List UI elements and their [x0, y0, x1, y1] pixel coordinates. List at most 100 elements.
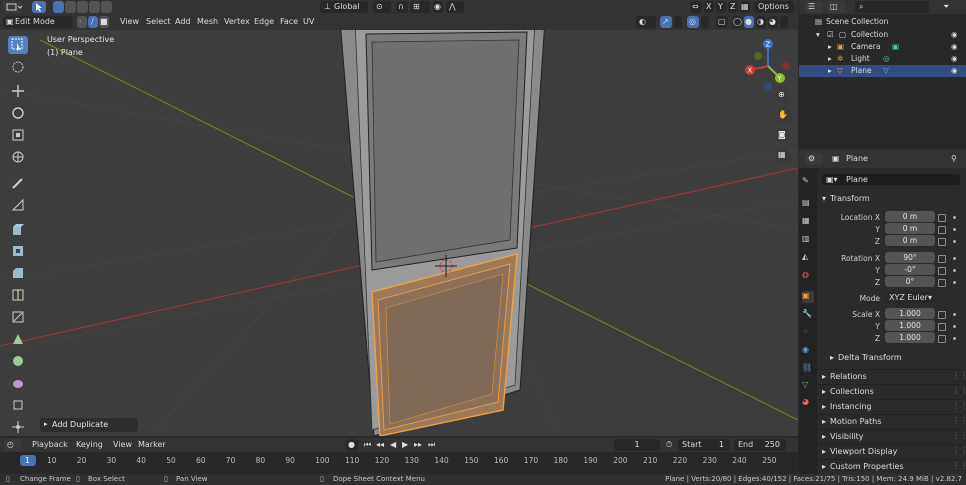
drag-handle-icon[interactable]: ⋮⋮ — [952, 416, 966, 425]
view-layer-tab-icon[interactable]: ▥ — [802, 234, 814, 246]
material-tab-icon[interactable]: ◕ — [802, 397, 814, 409]
next-keyframe-button[interactable]: ▸▸ — [414, 439, 422, 451]
filter-icon[interactable]: ⏷ — [943, 1, 949, 13]
scale-z-field[interactable]: 1.000 — [885, 332, 935, 343]
proportional-edit-toggle[interactable]: ◉ — [433, 1, 443, 13]
overlay-dropdown[interactable] — [701, 16, 709, 28]
section-viewport-display[interactable]: ▸ Viewport Display ⋮⋮ — [818, 444, 966, 458]
mirror-y-toggle[interactable]: Y — [716, 1, 726, 13]
gizmo-toggle[interactable]: ↗ — [660, 16, 672, 28]
measure-tool[interactable] — [8, 196, 28, 214]
select-mode-new-button[interactable] — [53, 1, 64, 13]
world-tab-icon[interactable]: ◍ — [802, 270, 814, 282]
rotation-y-field[interactable]: -0° — [885, 264, 935, 275]
section-relations[interactable]: ▸ Relations ⋮⋮ — [818, 369, 966, 383]
timeline-area[interactable]: 1 10 20 30 40 50 60 70 80 90 100 110 120 130 140 150 160… — [0, 452, 798, 474]
keyframe-dot-icon[interactable] — [953, 325, 956, 328]
transform-tool[interactable] — [8, 148, 28, 166]
bevel-tool[interactable] — [8, 264, 28, 282]
edge-select-button[interactable]: / — [88, 16, 98, 28]
section-instancing[interactable]: ▸ Instancing ⋮⋮ — [818, 399, 966, 413]
lock-icon[interactable] — [938, 238, 946, 246]
data-tab-icon[interactable]: ▽ — [802, 380, 814, 392]
xray-toggle[interactable]: ▢ — [716, 16, 728, 28]
select-box-tool[interactable] — [8, 36, 28, 54]
keyframe-dot-icon[interactable] — [953, 216, 956, 219]
outliner-item-plane[interactable]: ▸ ▽ Plane ▽ ◉ — [799, 65, 966, 77]
shading-dropdown[interactable] — [780, 16, 788, 28]
shading-solid-button[interactable]: ● — [744, 16, 754, 28]
select-mode-intersect-button[interactable] — [101, 1, 112, 13]
menu-mesh[interactable]: Mesh — [197, 16, 218, 28]
display-mode-dropdown[interactable]: ◫ — [827, 1, 845, 13]
eye-icon[interactable]: ◉ — [951, 53, 958, 65]
keyframe-dot-icon[interactable] — [953, 281, 956, 284]
jump-end-button[interactable]: ⏭ — [428, 439, 435, 451]
annotate-tool[interactable] — [8, 174, 28, 192]
scale-tool[interactable] — [8, 126, 28, 144]
cursor-tool[interactable] — [8, 58, 28, 76]
eye-icon[interactable]: ◉ — [951, 29, 958, 41]
location-z-field[interactable]: 0 m — [885, 235, 935, 246]
rotation-mode-dropdown[interactable]: XYZ Euler ▾ — [885, 292, 935, 303]
overlay-toggle[interactable]: ◎ — [687, 16, 699, 28]
shading-wireframe-button[interactable]: ◯ — [732, 16, 742, 28]
physics-tab-icon[interactable]: ◉ — [802, 345, 814, 357]
lock-icon[interactable] — [938, 335, 946, 343]
ortho-toggle-button[interactable]: ▦ — [775, 148, 791, 164]
drag-handle-icon[interactable]: ⋮⋮ — [952, 461, 966, 470]
output-tab-icon[interactable]: ▦ — [802, 216, 814, 228]
editor-type-button[interactable] — [3, 1, 23, 13]
section-custom-properties[interactable]: ▸ Custom Properties ⋮⋮ — [818, 459, 966, 473]
keyframe-dot-icon[interactable] — [953, 257, 956, 260]
menu-timeline-view[interactable]: View — [113, 439, 132, 451]
pan-button[interactable]: ✋ — [775, 108, 791, 124]
select-mode-invert-button[interactable] — [89, 1, 100, 13]
keyframe-dot-icon[interactable] — [953, 269, 956, 272]
poly-build-tool[interactable] — [8, 330, 28, 348]
drag-handle-icon[interactable]: ⋮⋮ — [952, 386, 966, 395]
scale-x-field[interactable]: 1.000 — [885, 308, 935, 319]
inset-tool[interactable] — [8, 242, 28, 260]
last-operator-panel[interactable]: ▸ Add Duplicate — [40, 418, 138, 432]
constraints-tab-icon[interactable]: ⛓ — [802, 363, 814, 375]
outliner-search[interactable]: ⌕ — [855, 1, 929, 13]
drag-handle-icon[interactable]: ⋮⋮ — [952, 401, 966, 410]
play-button[interactable]: ▶ — [402, 439, 408, 451]
select-mode-extend-button[interactable] — [65, 1, 76, 13]
outliner-item-camera[interactable]: ▸ ▣ Camera ▣ ◉ — [799, 41, 966, 53]
current-frame-field[interactable]: 1 — [614, 439, 660, 451]
eye-icon[interactable]: ◉ — [951, 41, 958, 53]
object-tab-icon[interactable]: ▣ — [802, 291, 814, 303]
transform-panel-title[interactable]: Transform — [830, 194, 870, 203]
navigation-gizmo[interactable]: Z X Y — [740, 38, 796, 94]
expand-arrow-icon[interactable]: ▸ — [828, 53, 832, 65]
rotate-tool[interactable] — [8, 104, 28, 122]
lock-icon[interactable] — [938, 214, 946, 222]
menu-vertex[interactable]: Vertex — [224, 16, 250, 28]
tool-tab-icon[interactable]: ✎ — [802, 176, 814, 188]
shrink-fatten-tool[interactable] — [8, 396, 28, 414]
section-motion-paths[interactable]: ▸ Motion Paths ⋮⋮ — [818, 414, 966, 428]
smooth-tool[interactable] — [8, 374, 28, 392]
render-tab-icon[interactable]: ▤ — [802, 198, 814, 210]
modifier-tab-icon[interactable]: 🔧 — [802, 309, 814, 321]
snap-element-dropdown[interactable]: ⊞ — [410, 1, 430, 13]
end-frame-field[interactable]: End 250 — [734, 439, 786, 451]
expand-arrow-icon[interactable]: ▸ — [828, 41, 832, 53]
proportional-falloff-dropdown[interactable]: ⋀ — [446, 1, 464, 13]
keyframe-dot-icon[interactable] — [953, 228, 956, 231]
record-button[interactable]: ● — [346, 439, 358, 451]
eye-icon[interactable]: ◉ — [951, 65, 958, 77]
stopwatch-icon[interactable]: ⏱ — [666, 439, 672, 451]
pivot-dropdown[interactable]: ⊙ — [373, 1, 391, 13]
shading-material-button[interactable]: ◑ — [756, 16, 766, 28]
menu-edge[interactable]: Edge — [254, 16, 274, 28]
rotation-z-field[interactable]: 0° — [885, 276, 935, 287]
outliner-item-light[interactable]: ▸ ✲ Light ◎ ◉ — [799, 53, 966, 65]
lock-icon[interactable] — [938, 323, 946, 331]
collection-checkbox[interactable]: ☑ — [827, 29, 834, 41]
prev-keyframe-button[interactable]: ◂◂ — [376, 439, 384, 451]
menu-keying[interactable]: Keying — [76, 439, 103, 451]
keyframe-dot-icon[interactable] — [953, 313, 956, 316]
